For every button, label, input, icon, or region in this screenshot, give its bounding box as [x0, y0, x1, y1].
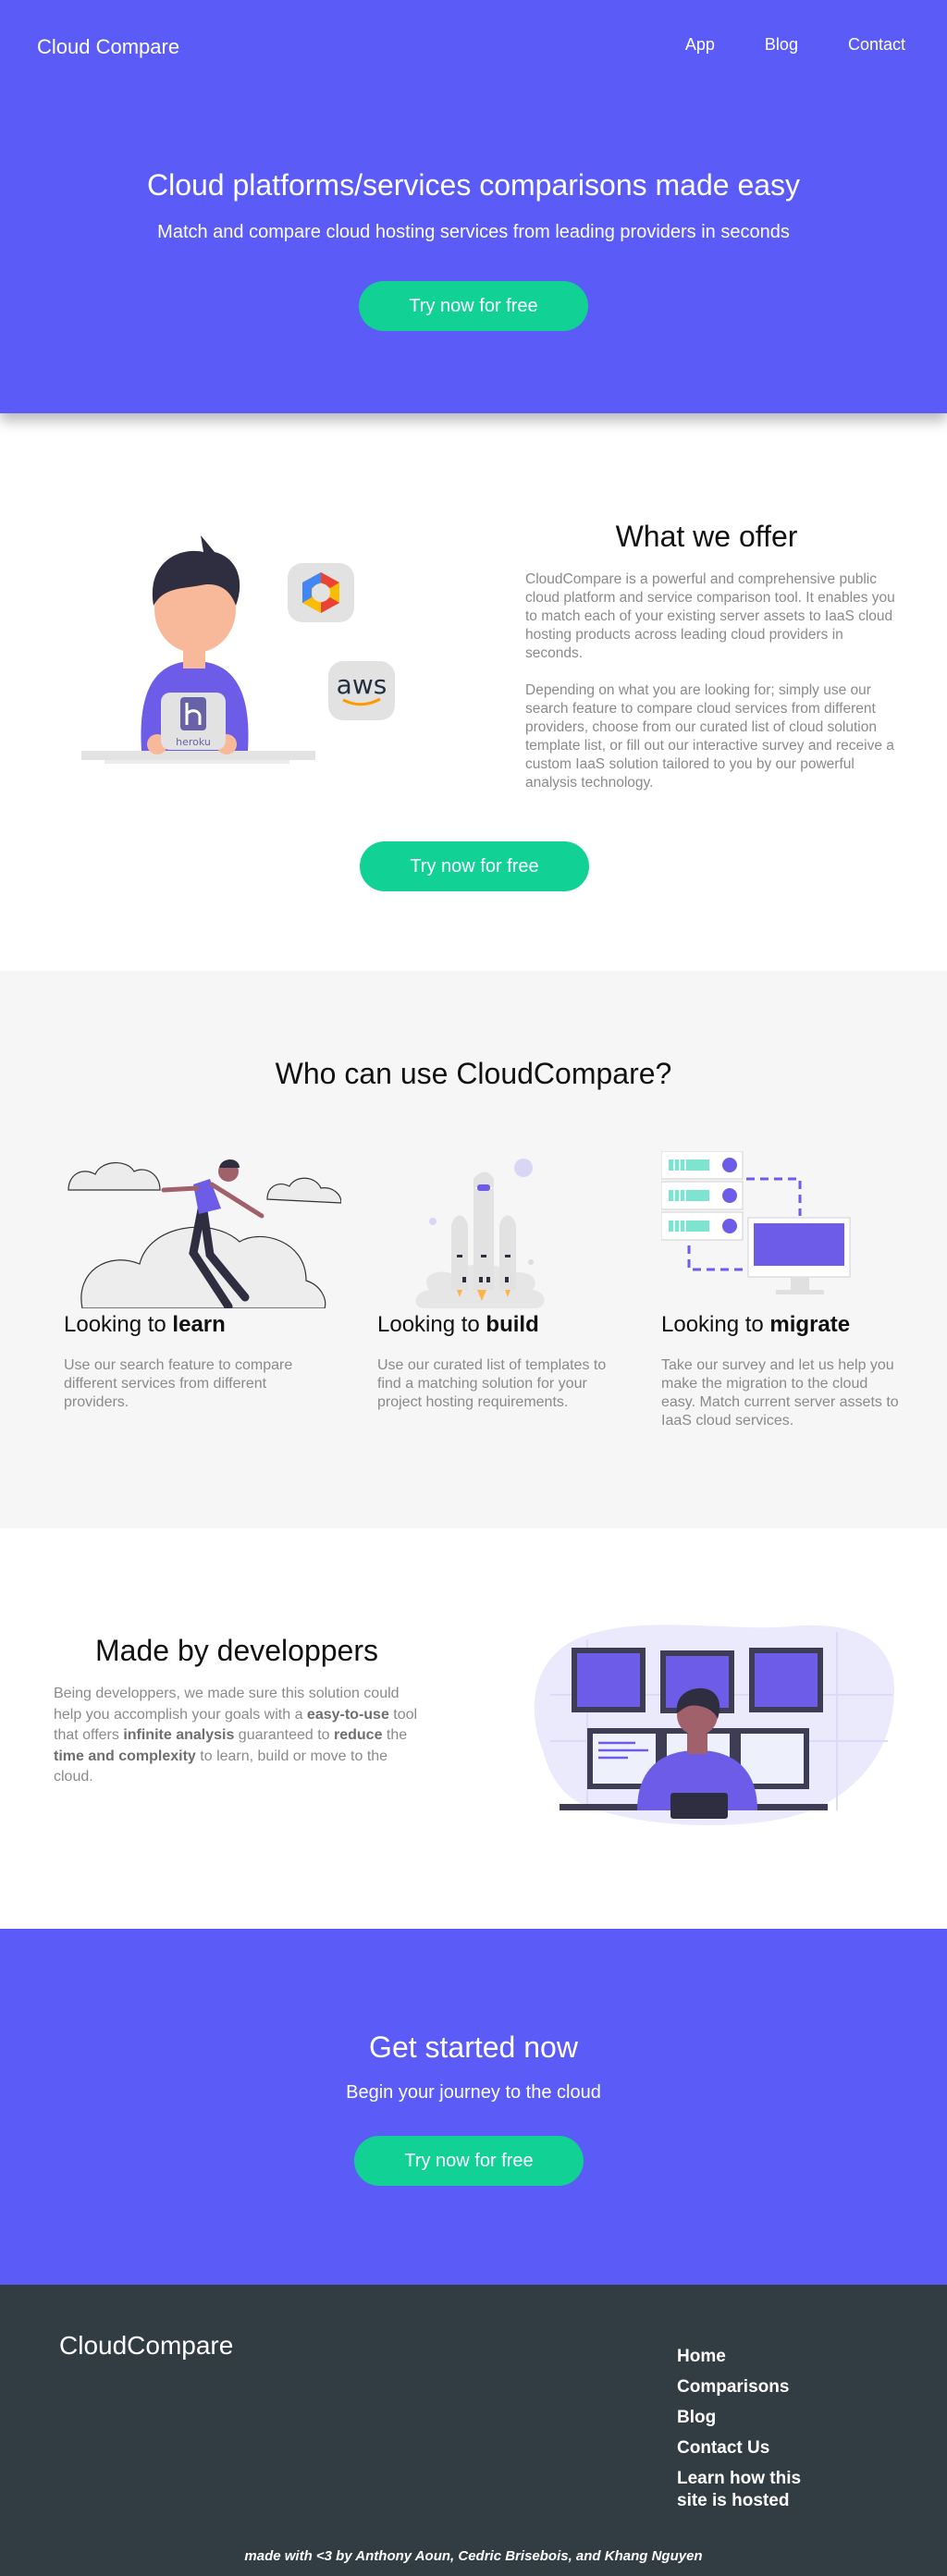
hero-section: Cloud Compare App Blog Contact Cloud pla… [0, 0, 947, 413]
learn-heading: Looking to learn [64, 1312, 226, 1337]
footer-link-home[interactable]: Home [677, 2347, 726, 2366]
made-description: Being developpers, we made sure this sol… [54, 1686, 418, 1785]
migrate-servers-illustration [660, 1150, 851, 1294]
build-heading: Looking to build [377, 1312, 539, 1337]
migrate-heading: Looking to migrate [661, 1312, 851, 1337]
learn-illustration [68, 1159, 342, 1311]
footer-link-blog[interactable]: Blog [677, 2408, 716, 2427]
learn-description: Use our search feature to compare differ… [64, 1357, 293, 1410]
footer-link-contact-us[interactable]: Contact Us [677, 2438, 769, 2458]
build-card: Looking to build Use our curated list of… [377, 1151, 618, 1412]
footer-links: Home Comparisons Blog Contact Us Learn h… [677, 2346, 825, 2521]
footer-brand: CloudCompare [59, 2331, 234, 2360]
footer-credit: made with <3 by Anthony Aoun, Cedric Bri… [244, 2548, 703, 2564]
made-title: Made by developpers [95, 1634, 378, 1667]
made-by-section: Made by developpers Being developpers, w… [0, 1528, 947, 1929]
aws-icon: aws [328, 661, 395, 720]
nav-link-blog[interactable]: Blog [765, 35, 798, 55]
migrate-description: Take our survey and let us help you make… [661, 1357, 899, 1429]
hero-try-button[interactable]: Try now for free [359, 281, 588, 331]
brand-logo[interactable]: Cloud Compare [37, 35, 179, 59]
offer-paragraph-2: Depending on what you are looking for; s… [525, 682, 894, 791]
nav-link-app[interactable]: App [685, 35, 715, 55]
who-title: Who can use CloudCompare? [275, 1057, 672, 1090]
footer-link-hosting[interactable]: Learn how this site is hosted [677, 2469, 801, 2510]
offer-paragraph-1: CloudCompare is a powerful and comprehen… [525, 571, 895, 661]
developer-laptop-illustration: heroku aws [81, 535, 395, 764]
started-title: Get started now [369, 2030, 578, 2064]
offer-try-button[interactable]: Try now for free [360, 841, 589, 891]
developer-monitors-illustration [534, 1625, 895, 1826]
started-try-button[interactable]: Try now for free [354, 2136, 584, 2186]
heroku-icon: heroku [161, 693, 226, 750]
nav-link-contact[interactable]: Contact [848, 35, 905, 55]
get-started-section: Get started now Begin your journey to th… [0, 1929, 947, 2285]
aws-label: aws [337, 669, 387, 700]
hero-subtitle: Match and compare cloud hosting services… [157, 222, 790, 242]
migrate-card: Looking to migrate Take our survey and l… [660, 1150, 902, 1430]
google-cloud-icon [288, 563, 354, 622]
hero-title: Cloud platforms/services comparisons mad… [146, 168, 801, 202]
learn-card: Looking to learn Use our search feature … [64, 1151, 342, 1412]
build-rocket-illustration [415, 1159, 545, 1308]
who-section: Who can use CloudCompare? Looking to lea… [0, 971, 947, 1528]
started-subtitle: Begin your journey to the cloud [346, 2082, 601, 2103]
footer: CloudCompare Home Comparisons Blog Conta… [0, 2285, 947, 2576]
heroku-label: heroku [176, 736, 211, 748]
footer-link-comparisons[interactable]: Comparisons [677, 2377, 789, 2397]
top-nav: App Blog Contact [685, 35, 905, 55]
offer-title: What we offer [615, 520, 798, 553]
build-description: Use our curated list of templates to fin… [377, 1357, 607, 1410]
offer-section: heroku aws What we offer CloudCompare is… [0, 413, 947, 971]
